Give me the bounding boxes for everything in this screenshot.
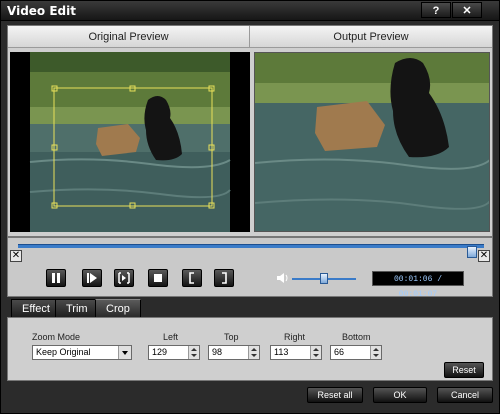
- step-forward-button[interactable]: [82, 269, 102, 287]
- volume-thumb[interactable]: [320, 273, 328, 284]
- set-start-button[interactable]: [182, 269, 202, 287]
- trim-start-marker[interactable]: ✕: [10, 250, 22, 262]
- right-field[interactable]: 113: [270, 345, 322, 360]
- bottom-stepper-icon[interactable]: [370, 346, 381, 359]
- zoom-mode-value: Keep Original: [36, 347, 91, 357]
- original-preview-header: Original Preview: [8, 26, 250, 48]
- pause-icon: [52, 273, 60, 283]
- preview-panel: Original Preview Output Preview: [7, 25, 493, 237]
- help-button[interactable]: ?: [421, 2, 451, 18]
- original-preview-video: [10, 52, 250, 232]
- tab-crop[interactable]: Crop: [95, 299, 141, 317]
- zoom-mode-select[interactable]: Keep Original: [32, 345, 132, 360]
- trim-end-marker[interactable]: ✕: [478, 250, 490, 262]
- bracket-right-icon: [222, 272, 227, 284]
- ok-button[interactable]: OK: [373, 387, 427, 403]
- bottom-field[interactable]: 66: [330, 345, 382, 360]
- left-value: 129: [152, 347, 168, 357]
- left-stepper-icon[interactable]: [188, 346, 199, 359]
- next-frame-icon: [118, 272, 130, 284]
- next-frame-button[interactable]: [114, 269, 134, 287]
- top-value: 98: [212, 347, 223, 357]
- output-preview-header: Output Preview: [250, 26, 492, 48]
- reset-button[interactable]: Reset: [444, 362, 484, 378]
- right-stepper-icon[interactable]: [310, 346, 321, 359]
- tab-bar: Effect Trim Crop: [7, 299, 493, 317]
- cancel-button[interactable]: Cancel: [437, 387, 493, 403]
- output-video-frame: [255, 53, 489, 231]
- crop-frame[interactable]: [10, 52, 250, 232]
- stop-icon: [154, 274, 162, 282]
- window-title: Video Edit: [7, 4, 76, 18]
- zoom-mode-label: Zoom Mode: [32, 332, 81, 342]
- title-bar[interactable]: Video Edit ? ✕: [1, 1, 499, 21]
- volume-icon[interactable]: [276, 272, 290, 284]
- right-label: Right: [284, 332, 306, 342]
- reset-all-button[interactable]: Reset all: [307, 387, 363, 403]
- top-label: Top: [224, 332, 239, 342]
- set-end-button[interactable]: [214, 269, 234, 287]
- close-button[interactable]: ✕: [452, 2, 482, 18]
- bottom-label: Bottom: [342, 332, 371, 342]
- video-edit-window: Video Edit ? ✕ Original Preview Output P…: [0, 0, 500, 414]
- tab-trim[interactable]: Trim: [55, 299, 99, 317]
- playback-controls: ✕ ✕ 00:01:06 / 00:01:07: [7, 237, 493, 299]
- right-value: 113: [274, 347, 289, 357]
- seek-thumb[interactable]: [467, 246, 478, 258]
- left-label: Left: [163, 332, 179, 342]
- chevron-down-icon[interactable]: [118, 346, 131, 359]
- output-preview-video: [254, 52, 490, 232]
- top-field[interactable]: 98: [208, 345, 260, 360]
- crop-panel: Zoom Mode Keep Original Left 129 Top 98 …: [7, 317, 493, 381]
- step-forward-icon: [87, 273, 97, 283]
- bracket-left-icon: [189, 272, 194, 284]
- stop-button[interactable]: [148, 269, 168, 287]
- bottom-value: 66: [334, 347, 345, 357]
- top-stepper-icon[interactable]: [248, 346, 259, 359]
- seek-bar[interactable]: [18, 244, 484, 258]
- left-field[interactable]: 129: [148, 345, 200, 360]
- tab-effect[interactable]: Effect: [11, 299, 61, 317]
- pause-button[interactable]: [46, 269, 66, 287]
- time-display: 00:01:06 / 00:01:07: [372, 271, 464, 299]
